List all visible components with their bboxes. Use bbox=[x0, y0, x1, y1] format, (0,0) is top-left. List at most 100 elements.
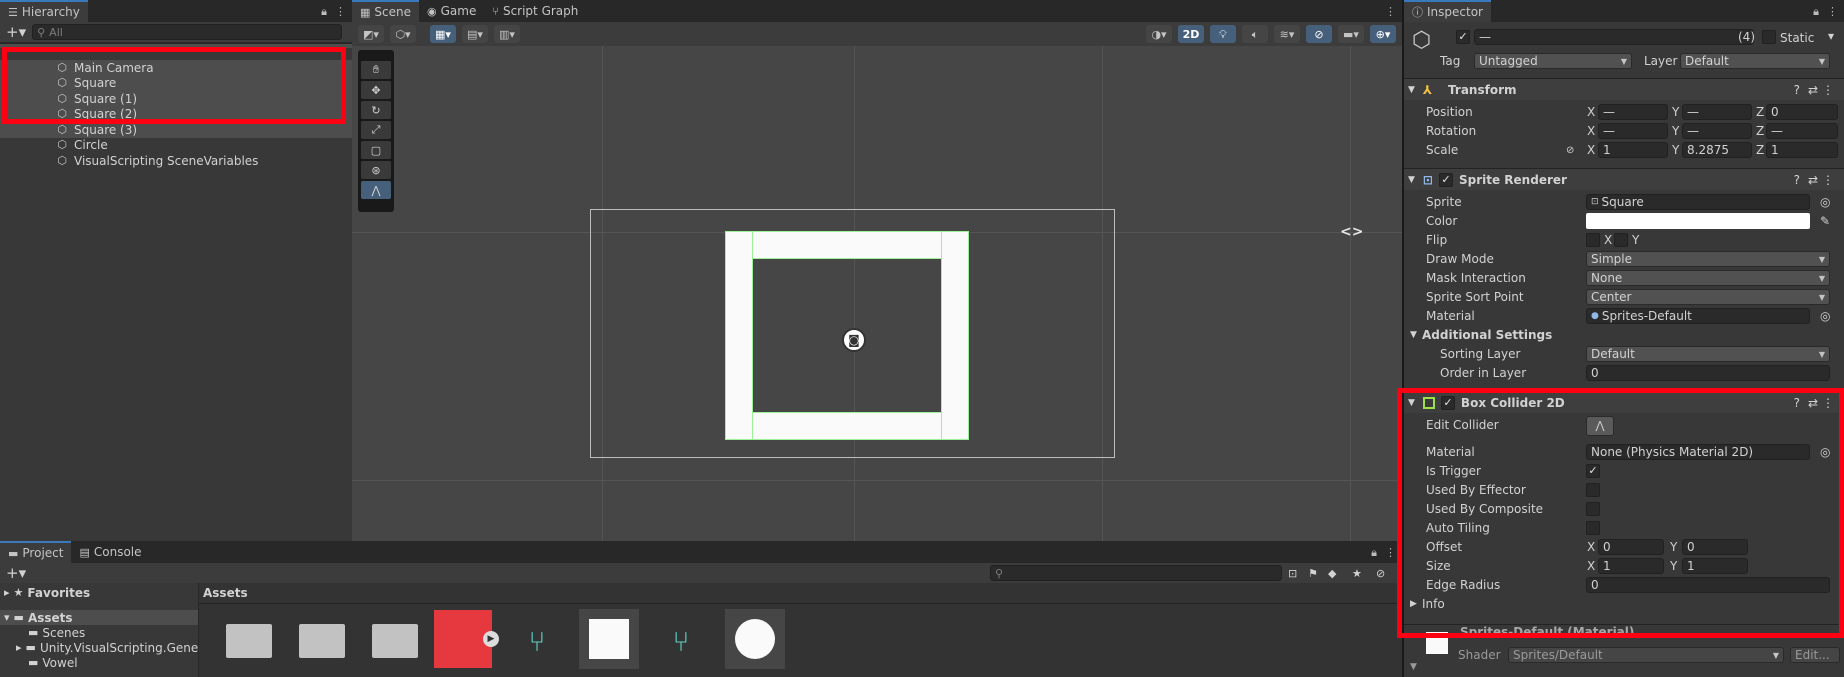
hierarchy-item-main-camera[interactable]: ⬡ Main Camera bbox=[0, 60, 352, 76]
filter-icon[interactable]: ⚑ bbox=[1308, 568, 1318, 579]
square-left[interactable] bbox=[725, 231, 753, 440]
size-y-field[interactable]: 1 bbox=[1682, 558, 1748, 574]
more-icon[interactable]: ⋮ bbox=[1822, 396, 1834, 410]
object-picker-icon[interactable]: ◎ bbox=[1820, 195, 1830, 209]
edit-collider-tool-icon[interactable]: ⋀ bbox=[361, 181, 391, 199]
color-swatch[interactable] bbox=[1586, 213, 1810, 229]
auto-tiling-checkbox[interactable] bbox=[1586, 521, 1600, 535]
used-by-effector-checkbox[interactable] bbox=[1586, 483, 1600, 497]
transform-tool-icon[interactable]: ⊛ bbox=[361, 161, 391, 179]
size-x-field[interactable]: 1 bbox=[1598, 558, 1664, 574]
object-name-field[interactable]: — bbox=[1474, 29, 1754, 45]
square-top[interactable] bbox=[725, 231, 969, 259]
camera-gizmo-icon[interactable]: ◙ bbox=[842, 328, 866, 352]
asset-folder[interactable] bbox=[292, 611, 352, 671]
scale-y-field[interactable]: 8.2875 bbox=[1682, 142, 1752, 158]
render-mode-button[interactable]: ▥▾ bbox=[494, 25, 520, 43]
tree-item-vowel[interactable]: ▬ Vowel bbox=[28, 655, 78, 670]
tab-inspector[interactable]: ⓘ Inspector bbox=[1404, 0, 1491, 22]
more-icon[interactable]: ⋮ bbox=[1385, 547, 1396, 558]
more-icon[interactable]: ⋮ bbox=[1822, 83, 1834, 97]
sorting-layer-dropdown[interactable]: Default ▼ bbox=[1586, 346, 1830, 362]
object-mode-button[interactable]: ⬡▾ bbox=[390, 25, 416, 43]
palette-grip[interactable] bbox=[361, 53, 391, 59]
sort-point-dropdown[interactable]: Center ▼ bbox=[1586, 289, 1830, 305]
hidden-packages-icon[interactable]: ⊘ bbox=[1376, 568, 1385, 579]
object-picker-icon[interactable]: ◎ bbox=[1820, 309, 1830, 323]
add-icon[interactable]: +▾ bbox=[6, 24, 26, 40]
tree-item-assets[interactable]: ▾ ▬ Assets bbox=[0, 610, 198, 625]
favorite-icon[interactable]: ★ bbox=[1352, 568, 1362, 579]
tab-project[interactable]: ▬ Project bbox=[0, 541, 72, 563]
transform-header[interactable]: ▼ ⅄ Transform ? ⇄ ⋮ bbox=[1404, 78, 1844, 100]
rotation-x-field[interactable]: — bbox=[1598, 123, 1668, 139]
active-checkbox[interactable]: ✓ bbox=[1456, 30, 1470, 44]
lock-icon[interactable]: 🔒︎ bbox=[1813, 6, 1819, 17]
hierarchy-item-scene-variables[interactable]: ⬡ VisualScripting SceneVariables bbox=[0, 153, 352, 169]
help-icon[interactable]: ? bbox=[1794, 396, 1800, 410]
asset-circle-sprite[interactable] bbox=[725, 609, 785, 669]
rotate-tool-icon[interactable]: ↻ bbox=[361, 101, 391, 119]
hierarchy-item-square-3[interactable]: ⬡ Square (3) bbox=[0, 122, 352, 138]
position-y-field[interactable]: — bbox=[1682, 104, 1752, 120]
box-collider-enabled-checkbox[interactable]: ✓ bbox=[1440, 395, 1455, 410]
mask-interaction-dropdown[interactable]: None ▼ bbox=[1586, 270, 1830, 286]
more-icon[interactable]: ⋮ bbox=[1385, 6, 1396, 17]
play-icon[interactable]: ▶ bbox=[483, 631, 499, 647]
rotation-z-field[interactable]: — bbox=[1766, 123, 1838, 139]
gizmos-button[interactable]: ⊕▾ bbox=[1370, 25, 1396, 43]
asset-folder[interactable] bbox=[365, 611, 425, 671]
collapse-icon[interactable]: ▼ bbox=[1410, 662, 1417, 672]
square-right[interactable] bbox=[941, 231, 969, 440]
tab-scene[interactable]: ▦ Scene bbox=[352, 0, 419, 22]
flip-x-checkbox[interactable] bbox=[1586, 233, 1600, 247]
hierarchy-item-square-1[interactable]: ⬡ Square (1) bbox=[0, 91, 352, 107]
audio-toggle[interactable]: 🔈︎ bbox=[1242, 25, 1268, 43]
label-icon[interactable]: ◆ bbox=[1328, 568, 1336, 579]
order-in-layer-field[interactable]: 0 bbox=[1586, 365, 1830, 381]
position-x-field[interactable]: — bbox=[1598, 104, 1668, 120]
more-icon[interactable]: ⋮ bbox=[1822, 173, 1834, 187]
used-by-composite-checkbox[interactable] bbox=[1586, 502, 1600, 516]
additional-settings-row[interactable]: ▼ Additional Settings bbox=[1404, 326, 1844, 344]
hierarchy-item-circle[interactable]: ⬡ Circle bbox=[0, 138, 352, 154]
offset-x-field[interactable]: 0 bbox=[1598, 539, 1664, 555]
tab-console[interactable]: ▤ Console bbox=[71, 541, 149, 563]
hierarchy-item-square-2[interactable]: ⬡ Square (2) bbox=[0, 106, 352, 122]
rotation-y-field[interactable]: — bbox=[1682, 123, 1752, 139]
tree-item-favorites[interactable]: ▸ ★ Favorites bbox=[4, 585, 90, 600]
square-bottom[interactable] bbox=[725, 412, 969, 440]
lock-icon[interactable]: 🔒︎ bbox=[1371, 547, 1377, 558]
layer-dropdown[interactable]: Default ▼ bbox=[1680, 53, 1830, 69]
add-icon[interactable]: +▾ bbox=[6, 565, 26, 581]
shader-edit-button[interactable]: Edit... bbox=[1790, 647, 1840, 663]
asset-square-sprite[interactable] bbox=[579, 609, 639, 669]
draw-mode-dropdown[interactable]: Simple ▼ bbox=[1586, 251, 1830, 267]
sprite-renderer-header[interactable]: ▼ ⊡ ✓ Sprite Renderer ? ⇄ ⋮ bbox=[1404, 168, 1844, 190]
tab-hierarchy[interactable]: ☰ Hierarchy bbox=[0, 0, 88, 22]
edge-radius-field[interactable]: 0 bbox=[1586, 577, 1830, 593]
preset-icon[interactable]: ⇄ bbox=[1808, 396, 1818, 410]
scale-tool-icon[interactable]: ⤢ bbox=[361, 121, 391, 139]
tree-item-scenes[interactable]: ▬ Scenes bbox=[28, 625, 85, 640]
scale-z-field[interactable]: 1 bbox=[1766, 142, 1838, 158]
view-handle-icon[interactable]: <> bbox=[1340, 224, 1363, 240]
search-by-type-icon[interactable]: ⊡ bbox=[1288, 568, 1297, 579]
camera-button[interactable]: ▬▾ bbox=[1338, 25, 1364, 43]
more-icon[interactable]: ⋮ bbox=[335, 6, 346, 17]
project-search-input[interactable]: ⚲ bbox=[990, 565, 1282, 581]
scene-viewport[interactable]: ◙ <> ✋︎ ✥ ↻ ⤢ ▢ ⊛ ⋀ bbox=[352, 46, 1402, 541]
rect-tool-icon[interactable]: ▢ bbox=[361, 141, 391, 159]
info-row[interactable]: ▶ Info bbox=[1404, 595, 1844, 613]
help-icon[interactable]: ? bbox=[1794, 173, 1800, 187]
shader-dropdown[interactable]: Sprites/Default ▼ bbox=[1508, 647, 1784, 663]
hierarchy-search-input[interactable]: ⚲ All bbox=[32, 24, 343, 40]
help-icon[interactable]: ? bbox=[1794, 83, 1800, 97]
more-icon[interactable]: ⋮ bbox=[1827, 6, 1838, 17]
tag-dropdown[interactable]: Untagged ▼ bbox=[1474, 53, 1632, 69]
preset-icon[interactable]: ⇄ bbox=[1808, 173, 1818, 187]
asset-script-graph[interactable]: ⑂ bbox=[651, 611, 711, 671]
asset-folder[interactable] bbox=[219, 611, 279, 671]
offset-y-field[interactable]: 0 bbox=[1682, 539, 1748, 555]
tab-game[interactable]: ◉ Game bbox=[419, 0, 484, 22]
